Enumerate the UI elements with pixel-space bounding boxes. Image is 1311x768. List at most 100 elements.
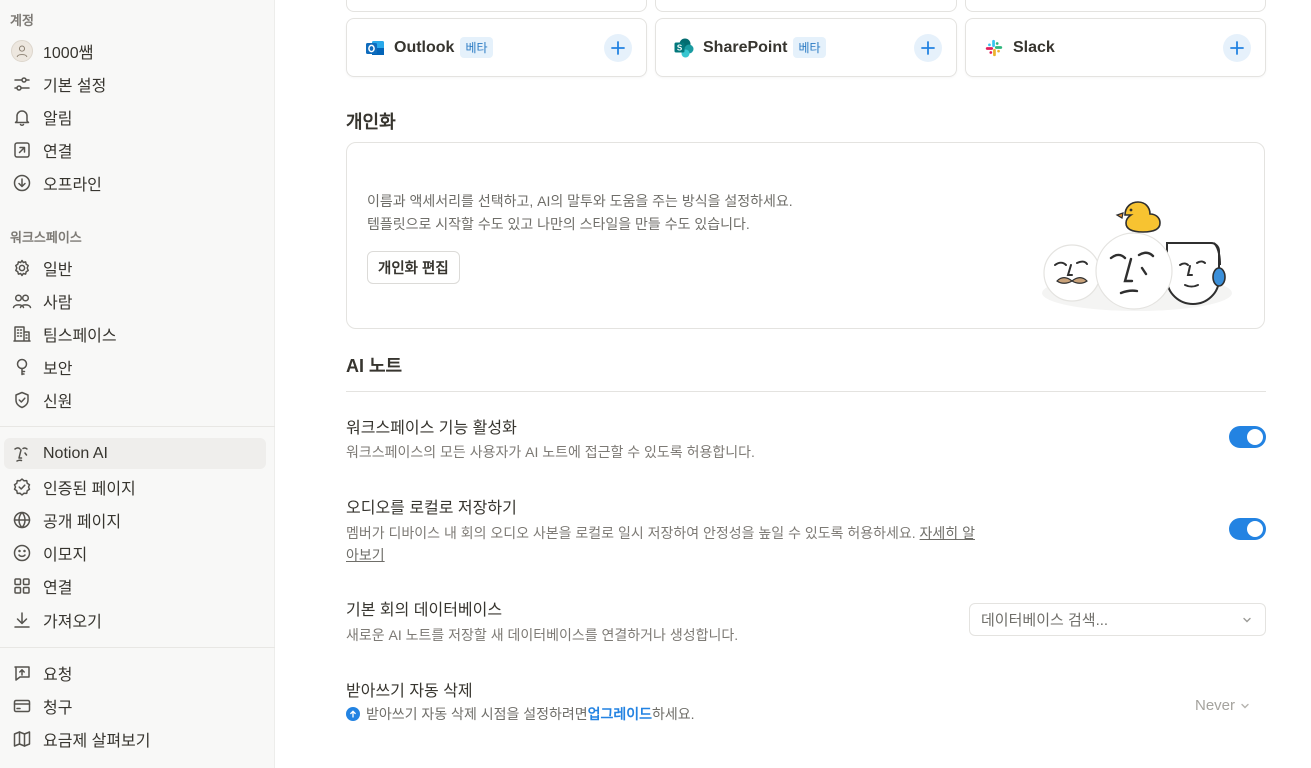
sidebar-item-label: 인증된 페이지 [43, 480, 136, 498]
request-upload-icon [11, 662, 33, 684]
notion-ai-face-icon [11, 443, 33, 465]
save-audio-locally-toggle[interactable] [1229, 518, 1266, 540]
learn-more-link[interactable]: 아보기 [346, 547, 385, 563]
download-circle-icon [11, 172, 33, 194]
sidebar-item-connections[interactable]: 연결 [4, 134, 266, 165]
slack-icon [983, 37, 1005, 59]
personalization-description: 이름과 액세서리를 선택하고, AI의 말투와 도움을 주는 방식을 설정하세요… [367, 193, 793, 209]
sidebar-item-label: 신원 [43, 393, 73, 411]
upgrade-text: 하세요. [652, 706, 695, 722]
sidebar-item-label: 요금제 살펴보기 [43, 732, 151, 750]
chevron-down-icon [1241, 703, 1249, 708]
avatar [11, 39, 33, 62]
key-icon [11, 356, 33, 378]
add-sharepoint-button[interactable] [914, 34, 942, 62]
arrow-up-circle-icon [346, 707, 360, 721]
gear-icon [11, 257, 33, 279]
sidebar-item-profile[interactable]: 1000쌤 [4, 35, 266, 66]
sidebar-item-identity[interactable]: 신원 [4, 384, 266, 415]
sidebar-item-label: 사람 [43, 294, 73, 312]
shield-check-icon [11, 389, 33, 411]
edit-personalization-button[interactable]: 개인화 편집 [367, 251, 460, 284]
integration-name: Slack [1013, 38, 1055, 56]
smiley-icon [11, 542, 33, 564]
credit-card-icon [11, 695, 33, 717]
sharepoint-icon: S [673, 37, 695, 59]
outlook-icon [364, 37, 386, 59]
database-search-select[interactable]: 데이터베이스 검색... [969, 603, 1266, 636]
upgrade-link[interactable]: 업그레이드 [588, 704, 652, 724]
people-icon [11, 290, 33, 312]
sidebar-item-explore-plans[interactable]: 요금제 살펴보기 [4, 723, 266, 754]
sidebar-item-public-pages[interactable]: 공개 페이지 [4, 504, 266, 535]
section-divider [346, 391, 1266, 392]
sidebar-item-label: 오프라인 [43, 176, 102, 194]
sidebar-item-label: 청구 [43, 699, 73, 717]
sidebar-item-label: 연결 [43, 579, 73, 597]
upgrade-notice: 받아쓰기 자동 삭제 시점을 설정하려면 업그레이드 하세요. [346, 704, 695, 724]
add-slack-button[interactable] [1223, 34, 1251, 62]
integration-card-sharepoint[interactable]: S SharePoint 베타 [655, 18, 957, 77]
sidebar-item-label: 보안 [43, 360, 73, 378]
chevron-down-icon [1243, 617, 1251, 623]
sidebar-item-label: 1000쌤 [43, 44, 94, 62]
plus-icon [611, 41, 625, 55]
sidebar-item-label: 이모지 [43, 546, 88, 564]
sidebar-item-notifications[interactable]: 알림 [4, 101, 266, 132]
beta-badge: 베타 [460, 37, 493, 58]
settings-main: Outlook 베타 S SharePoint 베타 Slack 개인화 이름과… [276, 0, 1311, 768]
workspace-feature-toggle[interactable] [1229, 426, 1266, 448]
learn-more-link[interactable]: 자세히 알 [920, 525, 975, 541]
setting-title: 기본 회의 데이터베이스 [346, 602, 503, 619]
integration-card-partial [655, 0, 957, 12]
sidebar-item-label: 일반 [43, 261, 73, 279]
sidebar-item-label: 공개 페이지 [43, 513, 122, 531]
auto-delete-select[interactable]: Never [1195, 697, 1251, 714]
plus-icon [1230, 41, 1244, 55]
settings-sidebar: 계정 1000쌤 기본 설정 알림 연결 오프라인 워크스페이스 일반 사람 팀… [0, 0, 275, 768]
integration-name: Outlook [394, 38, 455, 56]
sidebar-item-offline[interactable]: 오프라인 [4, 167, 266, 198]
sidebar-item-security[interactable]: 보안 [4, 351, 266, 382]
grid-icon [11, 575, 33, 597]
integration-card-partial [965, 0, 1266, 12]
sidebar-item-billing[interactable]: 청구 [4, 690, 266, 721]
arrow-up-right-box-icon [11, 139, 33, 161]
sidebar-item-label: 기본 설정 [43, 77, 107, 95]
account-section-label: 계정 [10, 13, 34, 28]
download-icon [11, 609, 33, 631]
sidebar-item-teamspaces[interactable]: 팀스페이스 [4, 318, 266, 349]
sidebar-item-integrations[interactable]: 연결 [4, 570, 266, 601]
auto-delete-value: Never [1195, 697, 1236, 714]
sidebar-item-notion-ai[interactable]: Notion AI [4, 438, 266, 469]
sidebar-item-verified-pages[interactable]: 인증된 페이지 [4, 471, 266, 502]
ai-persona-faces-illustration [1042, 201, 1232, 311]
sidebar-item-preferences[interactable]: 기본 설정 [4, 68, 266, 99]
personalization-card: 이름과 액세서리를 선택하고, AI의 말투와 도움을 주는 방식을 설정하세요… [346, 142, 1265, 329]
setting-title: 받아쓰기 자동 삭제 [346, 683, 473, 700]
sidebar-item-label: 알림 [43, 110, 73, 128]
verified-badge-icon [11, 476, 33, 498]
integration-card-slack[interactable]: Slack [965, 18, 1266, 77]
sidebar-item-label: 요청 [43, 666, 73, 684]
integration-card-outlook[interactable]: Outlook 베타 [346, 18, 647, 77]
integration-card-partial [346, 0, 647, 12]
plus-icon [921, 41, 935, 55]
sidebar-divider [0, 647, 275, 648]
sliders-icon [11, 73, 33, 95]
sidebar-item-import[interactable]: 가져오기 [4, 604, 266, 635]
setting-description: 워크스페이스의 모든 사용자가 AI 노트에 접근할 수 있도록 허용합니다. [346, 444, 755, 460]
sidebar-item-requests[interactable]: 요청 [4, 657, 266, 688]
sidebar-item-label: Notion AI [43, 444, 108, 462]
sidebar-item-emoji[interactable]: 이모지 [4, 537, 266, 568]
database-search-placeholder: 데이터베이스 검색... [981, 612, 1109, 629]
sidebar-item-people[interactable]: 사람 [4, 285, 266, 316]
map-icon [11, 728, 33, 750]
setting-description: 새로운 AI 노트를 저장할 새 데이터베이스를 연결하거나 생성합니다. [346, 627, 739, 643]
sidebar-item-label: 팀스페이스 [43, 327, 117, 345]
workspace-section-label: 워크스페이스 [10, 230, 82, 245]
add-outlook-button[interactable] [604, 34, 632, 62]
bell-icon [11, 106, 33, 128]
sidebar-item-general[interactable]: 일반 [4, 252, 266, 283]
setting-description-text: 멤버가 디바이스 내 회의 오디오 사본을 로컬로 일시 저장하여 안정성을 높… [346, 525, 916, 541]
